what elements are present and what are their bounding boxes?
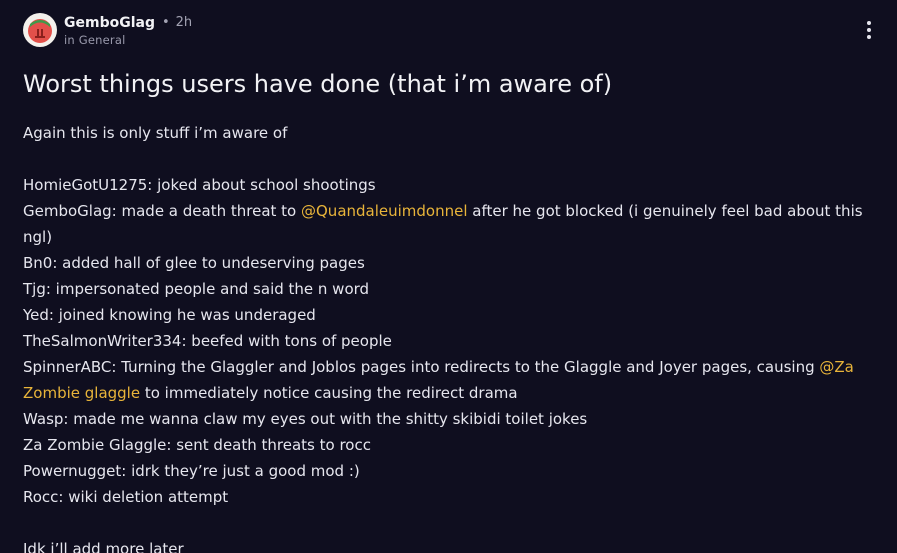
post-timestamp: 2h <box>175 15 193 30</box>
list-item: Rocc: wiki deletion attempt <box>23 488 229 506</box>
more-options-button[interactable] <box>858 18 880 42</box>
post-meta: GemboGlag • 2h in General <box>64 14 192 47</box>
community-link[interactable]: in General <box>64 33 192 47</box>
avatar[interactable] <box>23 13 57 47</box>
list-item: Za Zombie Glaggle: sent death threats to… <box>23 436 371 454</box>
post-header: GemboGlag • 2h in General <box>23 12 192 48</box>
list-item: Bn0: added hall of glee to undeserving p… <box>23 254 365 272</box>
meta-separator: • <box>161 15 170 30</box>
post-card: GemboGlag • 2h in General Worst things u… <box>0 0 897 553</box>
list-item: HomieGotU1275: joked about school shooti… <box>23 176 376 194</box>
post-outro: Idk i’ll add more later <box>23 540 184 553</box>
vertical-ellipsis-icon <box>867 21 871 25</box>
list-item: Tjg: impersonated people and said the n … <box>23 280 370 298</box>
list-item: SpinnerABC: Turning the Glaggler and Job… <box>23 358 854 402</box>
list-item: TheSalmonWriter334: beefed with tons of … <box>23 332 392 350</box>
author-name[interactable]: GemboGlag <box>64 15 155 31</box>
post-body: Again this is only stuff i’m aware of Ho… <box>23 120 883 553</box>
strawberry-avatar-icon <box>28 19 52 43</box>
user-mention[interactable]: @Quandaleuimdonnel <box>301 202 468 220</box>
list-item: Wasp: made me wanna claw my eyes out wit… <box>23 410 588 428</box>
list-item: GemboGlag: made a death threat to @Quand… <box>23 202 863 246</box>
post-intro: Again this is only stuff i’m aware of <box>23 124 288 142</box>
list-item: Powernugget: idrk they’re just a good mo… <box>23 462 360 480</box>
post-title: Worst things users have done (that i’m a… <box>23 70 613 98</box>
list-item: Yed: joined knowing he was underaged <box>23 306 316 324</box>
